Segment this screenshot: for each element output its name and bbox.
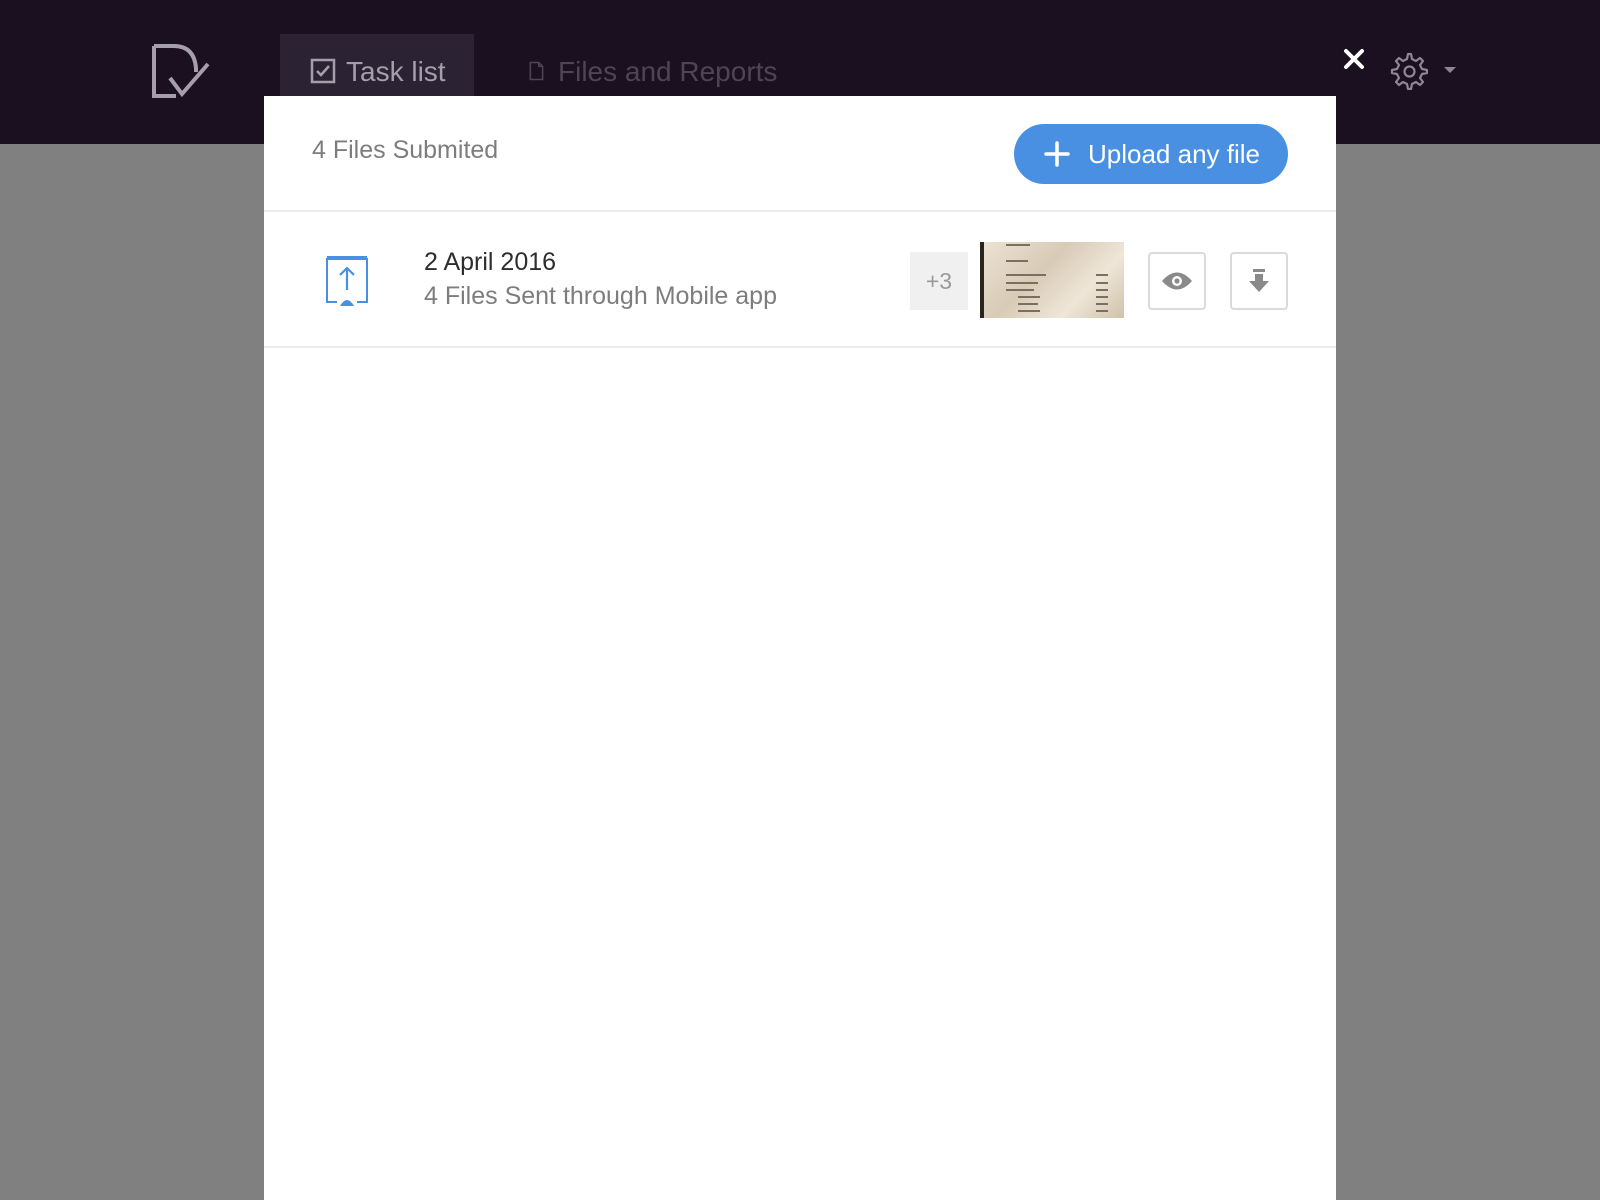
checkbox-icon [310,58,336,84]
tab-task-list-label: Task list [346,56,446,87]
settings-dropdown[interactable] [1388,48,1458,92]
modal-header: 4 Files Submited Upload any file [264,96,1336,212]
close-button[interactable] [1339,44,1369,74]
tab-files-and-reports-label: Files and Reports [558,56,778,87]
gear-icon [1390,52,1428,90]
download-icon [1249,269,1269,292]
download-button[interactable] [1230,252,1288,310]
close-icon [1344,49,1364,69]
eye-icon [1162,272,1192,290]
receipt-thumbnail[interactable] [980,242,1124,318]
chevron-down-icon [1444,67,1456,73]
files-count: 4 Files Submited [312,136,499,164]
logo-icon[interactable] [150,42,212,100]
view-button[interactable] [1148,252,1206,310]
mobile-upload-icon [326,256,368,306]
files-modal: 4 Files Submited Upload any file 2 April… [264,96,1336,1200]
file-row: 2 April 2016 4 Files Sent through Mobile… [264,212,1336,348]
upload-button[interactable]: Upload any file [1014,124,1288,184]
document-icon [529,61,544,81]
more-files-badge[interactable]: +3 [910,252,968,310]
file-date: 2 April 2016 [424,248,557,276]
file-description: 4 Files Sent through Mobile app [424,282,777,310]
plus-icon [1044,141,1070,167]
upload-button-label: Upload any file [1088,138,1260,169]
